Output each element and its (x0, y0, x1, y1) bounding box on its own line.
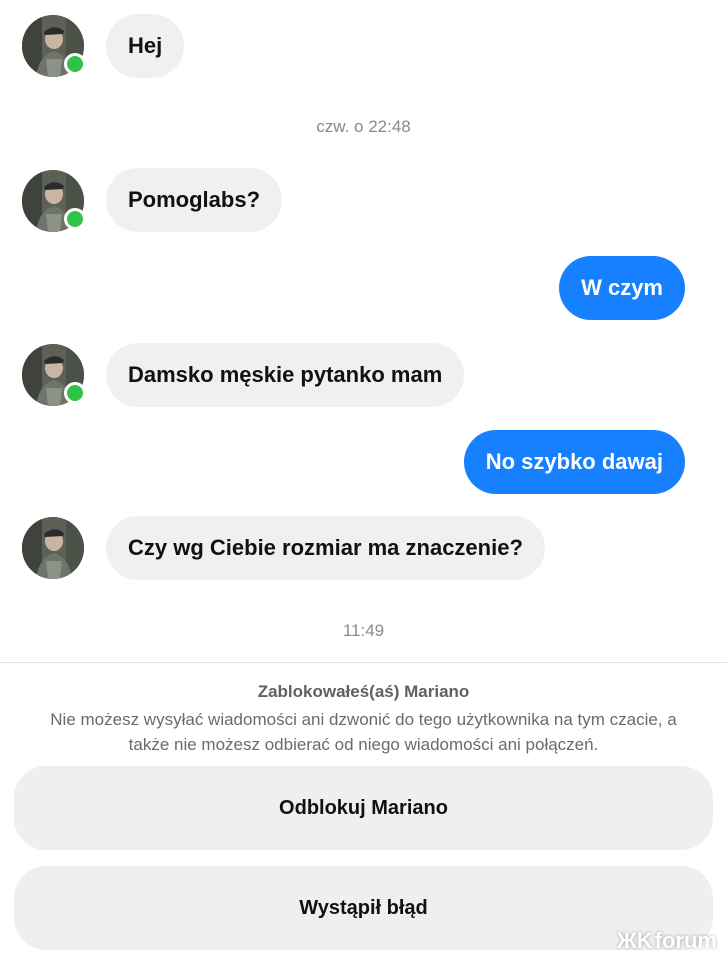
incoming-message-bubble[interactable]: Hej (106, 14, 185, 78)
online-status-icon (64, 208, 86, 230)
message-row-incoming: Hej (0, 14, 727, 78)
outgoing-message-bubble[interactable]: W czym (559, 256, 685, 320)
blocked-notice-title: Zablokowałeś(aś) Mariano (257, 682, 470, 701)
divider (0, 662, 727, 663)
watermark-text: forum (654, 928, 717, 953)
chat-thread: Hej czw. o 22:48 Pomoglabs? W czym Damsk… (0, 0, 727, 662)
message-row-outgoing: W czym (0, 256, 727, 320)
timestamp: 11:49 (342, 621, 385, 640)
incoming-message-bubble[interactable]: Pomoglabs? (106, 168, 283, 232)
contact-avatar[interactable] (22, 517, 84, 579)
watermark-logo-icon: ЖK (616, 928, 653, 953)
contact-avatar[interactable] (22, 15, 86, 77)
unblock-button[interactable]: Odblokuj Mariano (14, 766, 713, 850)
message-row-outgoing: No szybko dawaj (0, 430, 727, 494)
incoming-message-bubble[interactable]: Czy wg Ciebie rozmiar ma znaczenie? (106, 516, 545, 580)
incoming-message-bubble[interactable]: Damsko męskie pytanko mam (106, 343, 465, 407)
contact-avatar[interactable] (22, 170, 86, 232)
avatar-photo-icon (22, 517, 84, 579)
online-status-icon (64, 382, 86, 404)
outgoing-message-bubble[interactable]: No szybko dawaj (463, 430, 685, 494)
message-row-incoming: Czy wg Ciebie rozmiar ma znaczenie? (0, 516, 727, 580)
error-button[interactable]: Wystąpił błąd (14, 866, 713, 950)
message-row-incoming: Pomoglabs? (0, 168, 727, 232)
watermark: ЖK forum (617, 928, 717, 954)
timestamp: czw. o 22:48 (316, 117, 411, 136)
blocked-notice-description: Nie możesz wysyłać wiadomości ani dzwoni… (50, 710, 677, 754)
message-row-incoming: Damsko męskie pytanko mam (0, 343, 727, 407)
online-status-icon (64, 53, 86, 75)
contact-avatar[interactable] (22, 344, 86, 406)
